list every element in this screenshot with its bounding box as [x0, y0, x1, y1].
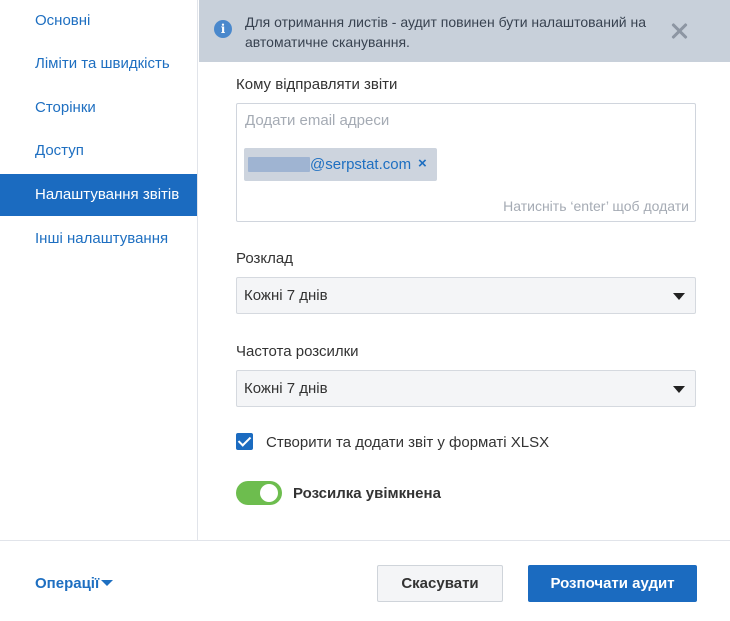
- email-chip-text: @serpstat.com: [310, 156, 412, 173]
- sidebar-item-pages[interactable]: Сторінки: [0, 87, 197, 129]
- mailing-toggle-label: Розсилка увімкнена: [293, 485, 441, 502]
- info-icon: i: [214, 20, 232, 38]
- email-input-placeholder[interactable]: Додати email адреси: [245, 112, 389, 129]
- info-alert: i Для отримання листів - аудит повинен б…: [199, 0, 730, 62]
- chevron-down-icon: [673, 293, 685, 300]
- frequency-select[interactable]: Кожні 7 днів: [236, 370, 696, 407]
- recipients-label: Кому відправляти звіти: [236, 76, 398, 93]
- redacted-email-mask: [248, 157, 310, 172]
- operations-menu[interactable]: Операції: [35, 575, 99, 592]
- footer-divider: [0, 540, 730, 541]
- close-icon[interactable]: [668, 20, 690, 42]
- email-chip: @serpstat.com ×: [244, 148, 437, 181]
- cancel-button[interactable]: Скасувати: [377, 565, 503, 602]
- remove-email-icon[interactable]: ×: [418, 155, 427, 172]
- email-hint: Натисніть ‘enter’ щоб додати: [503, 198, 689, 214]
- xlsx-checkbox-label[interactable]: Створити та додати звіт у форматі XLSX: [266, 434, 549, 451]
- schedule-label: Розклад: [236, 250, 293, 267]
- alert-message: Для отримання листів - аудит повинен бут…: [245, 14, 646, 50]
- chevron-down-icon: [673, 386, 685, 393]
- start-audit-button[interactable]: Розпочати аудит: [528, 565, 697, 602]
- sidebar-item-limits[interactable]: Ліміти та швидкість: [0, 43, 197, 85]
- frequency-value: Кожні 7 днів: [244, 380, 328, 397]
- frequency-label: Частота розсилки: [236, 343, 359, 360]
- sidebar-item-other-settings[interactable]: Інші налаштування: [0, 218, 197, 260]
- sidebar: Основні Ліміти та швидкість Сторінки Дос…: [0, 0, 198, 540]
- sidebar-item-access[interactable]: Доступ: [0, 130, 197, 172]
- caret-down-icon[interactable]: [101, 580, 113, 586]
- sidebar-item-basic[interactable]: Основні: [0, 0, 197, 42]
- mailing-toggle[interactable]: [236, 481, 282, 505]
- schedule-select[interactable]: Кожні 7 днів: [236, 277, 696, 314]
- xlsx-checkbox[interactable]: [236, 433, 253, 450]
- sidebar-item-report-settings[interactable]: Налаштування звітів: [0, 174, 197, 216]
- schedule-value: Кожні 7 днів: [244, 287, 328, 304]
- toggle-knob: [260, 484, 278, 502]
- email-recipients-field[interactable]: Додати email адреси @serpstat.com × Нати…: [236, 103, 696, 222]
